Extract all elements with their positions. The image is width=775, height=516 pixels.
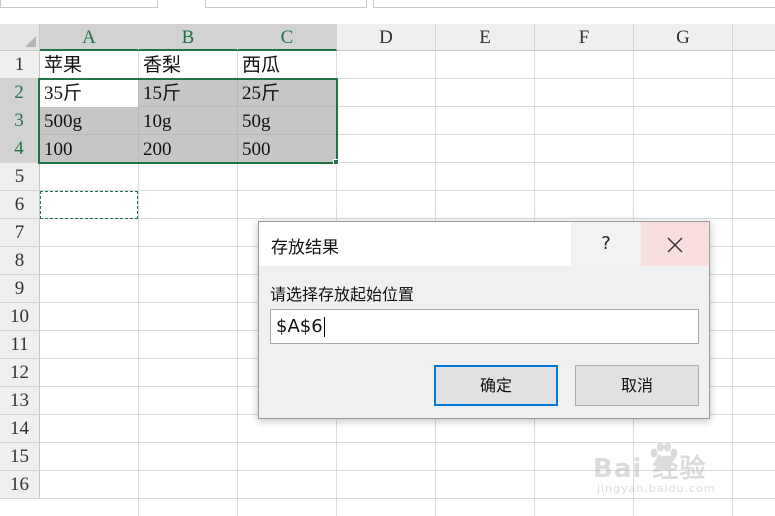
row-header-2[interactable]: 2 <box>0 79 40 107</box>
select-all-corner[interactable] <box>0 24 40 51</box>
column-header-c[interactable]: C <box>238 24 337 51</box>
cell-a1[interactable]: 苹果 <box>40 51 139 79</box>
column-header-next[interactable] <box>733 24 775 51</box>
selection-border <box>38 78 338 164</box>
row-header-15[interactable]: 15 <box>0 443 40 471</box>
cancel-button[interactable]: 取消 <box>575 365 699 406</box>
formula-bar-strip <box>0 0 775 24</box>
row-header-3[interactable]: 3 <box>0 107 40 135</box>
row-header-16[interactable]: 16 <box>0 471 40 499</box>
row-header-4[interactable]: 4 <box>0 135 40 163</box>
target-cell-marquee[interactable] <box>40 191 138 219</box>
row-header-12[interactable]: 12 <box>0 359 40 387</box>
store-result-dialog: 存放结果 ? 请选择存放起始位置 $A$6 确定 取消 <box>258 221 710 419</box>
row-header-6[interactable]: 6 <box>0 191 40 219</box>
row-header-10[interactable]: 10 <box>0 303 40 331</box>
row-header-13[interactable]: 13 <box>0 387 40 415</box>
close-button[interactable] <box>641 222 709 266</box>
fill-handle[interactable] <box>333 159 339 165</box>
row-header-11[interactable]: 11 <box>0 331 40 359</box>
row-header-14[interactable]: 14 <box>0 415 40 443</box>
close-icon <box>667 237 683 252</box>
cell-b1[interactable]: 香梨 <box>139 51 238 79</box>
formula-toolbar <box>205 0 367 8</box>
paw-icon <box>650 442 678 470</box>
row-header-9[interactable]: 9 <box>0 275 40 303</box>
location-input-value: $A$6 <box>276 316 323 337</box>
watermark-url: jingyan.baidu.com <box>597 482 716 495</box>
cell-c1[interactable]: 西瓜 <box>238 51 337 79</box>
row-header-7[interactable]: 7 <box>0 219 40 247</box>
column-header-d[interactable]: D <box>337 24 436 51</box>
formula-input[interactable] <box>373 0 775 8</box>
ok-button[interactable]: 确定 <box>434 365 558 406</box>
dialog-title: 存放结果 <box>271 238 339 258</box>
column-header-b[interactable]: B <box>139 24 238 51</box>
select-all-triangle-icon <box>25 36 36 47</box>
column-header-a[interactable]: A <box>40 24 139 51</box>
column-header-e[interactable]: E <box>436 24 535 51</box>
column-header-g[interactable]: G <box>634 24 733 51</box>
location-prompt-label: 请选择存放起始位置 <box>270 285 415 304</box>
row-header-8[interactable]: 8 <box>0 247 40 275</box>
help-button[interactable]: ? <box>571 222 641 266</box>
baidu-jingyan-watermark: Bai 经验 jingyan.baidu.com <box>593 440 763 500</box>
location-input[interactable]: $A$6 <box>270 309 699 344</box>
name-box[interactable] <box>0 0 158 8</box>
row-header-5[interactable]: 5 <box>0 163 40 191</box>
row-header-1[interactable]: 1 <box>0 51 40 79</box>
text-caret <box>323 317 325 337</box>
column-header-f[interactable]: F <box>535 24 634 51</box>
